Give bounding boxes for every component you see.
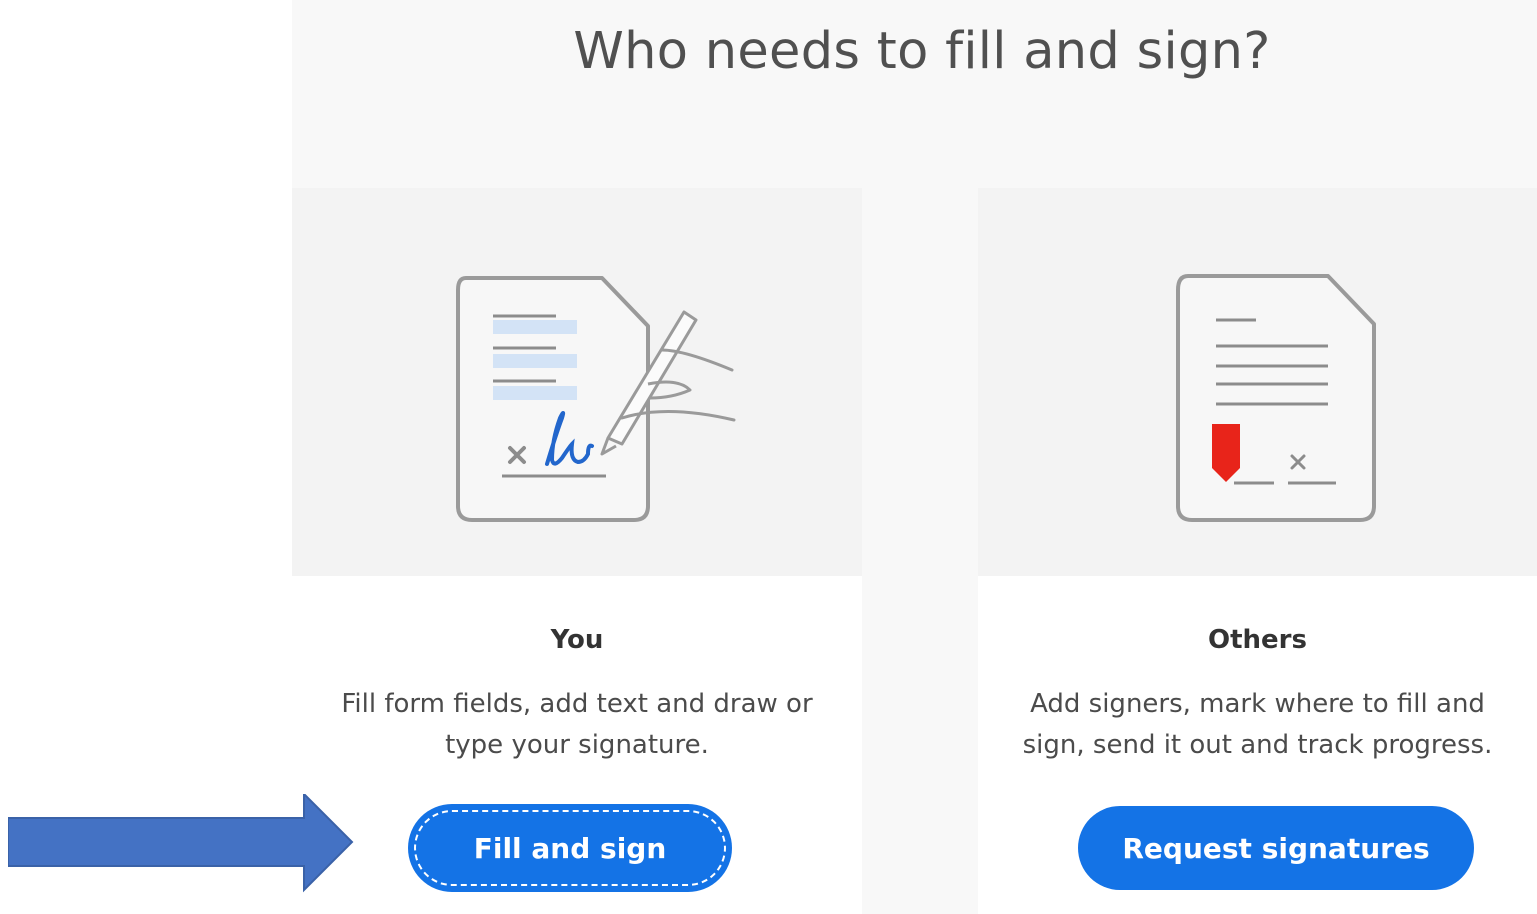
- pointer-arrow-icon: [8, 794, 354, 893]
- fill-and-sign-page: Who needs to fill and sign? You Fill for…: [0, 0, 1537, 914]
- card-you-description: Fill form fields, add text and draw or t…: [341, 689, 813, 760]
- card-you-heading: You: [550, 625, 604, 655]
- fill-and-sign-button[interactable]: Fill and sign: [410, 806, 730, 890]
- card-others-heading: Others: [1208, 625, 1307, 655]
- request-signature-document-icon: [1176, 274, 1376, 522]
- card-others: Others Add signers, mark where to fill a…: [978, 188, 1537, 914]
- card-you-illustration: [292, 188, 862, 576]
- card-others-description: Add signers, mark where to fill and sign…: [1022, 689, 1493, 760]
- page-title: Who needs to fill and sign?: [573, 22, 1271, 81]
- card-you: You Fill form fields, add text and draw …: [292, 188, 862, 914]
- self-sign-document-icon: [456, 276, 736, 522]
- request-signatures-button[interactable]: Request signatures: [1078, 806, 1474, 890]
- card-others-illustration: [978, 188, 1537, 576]
